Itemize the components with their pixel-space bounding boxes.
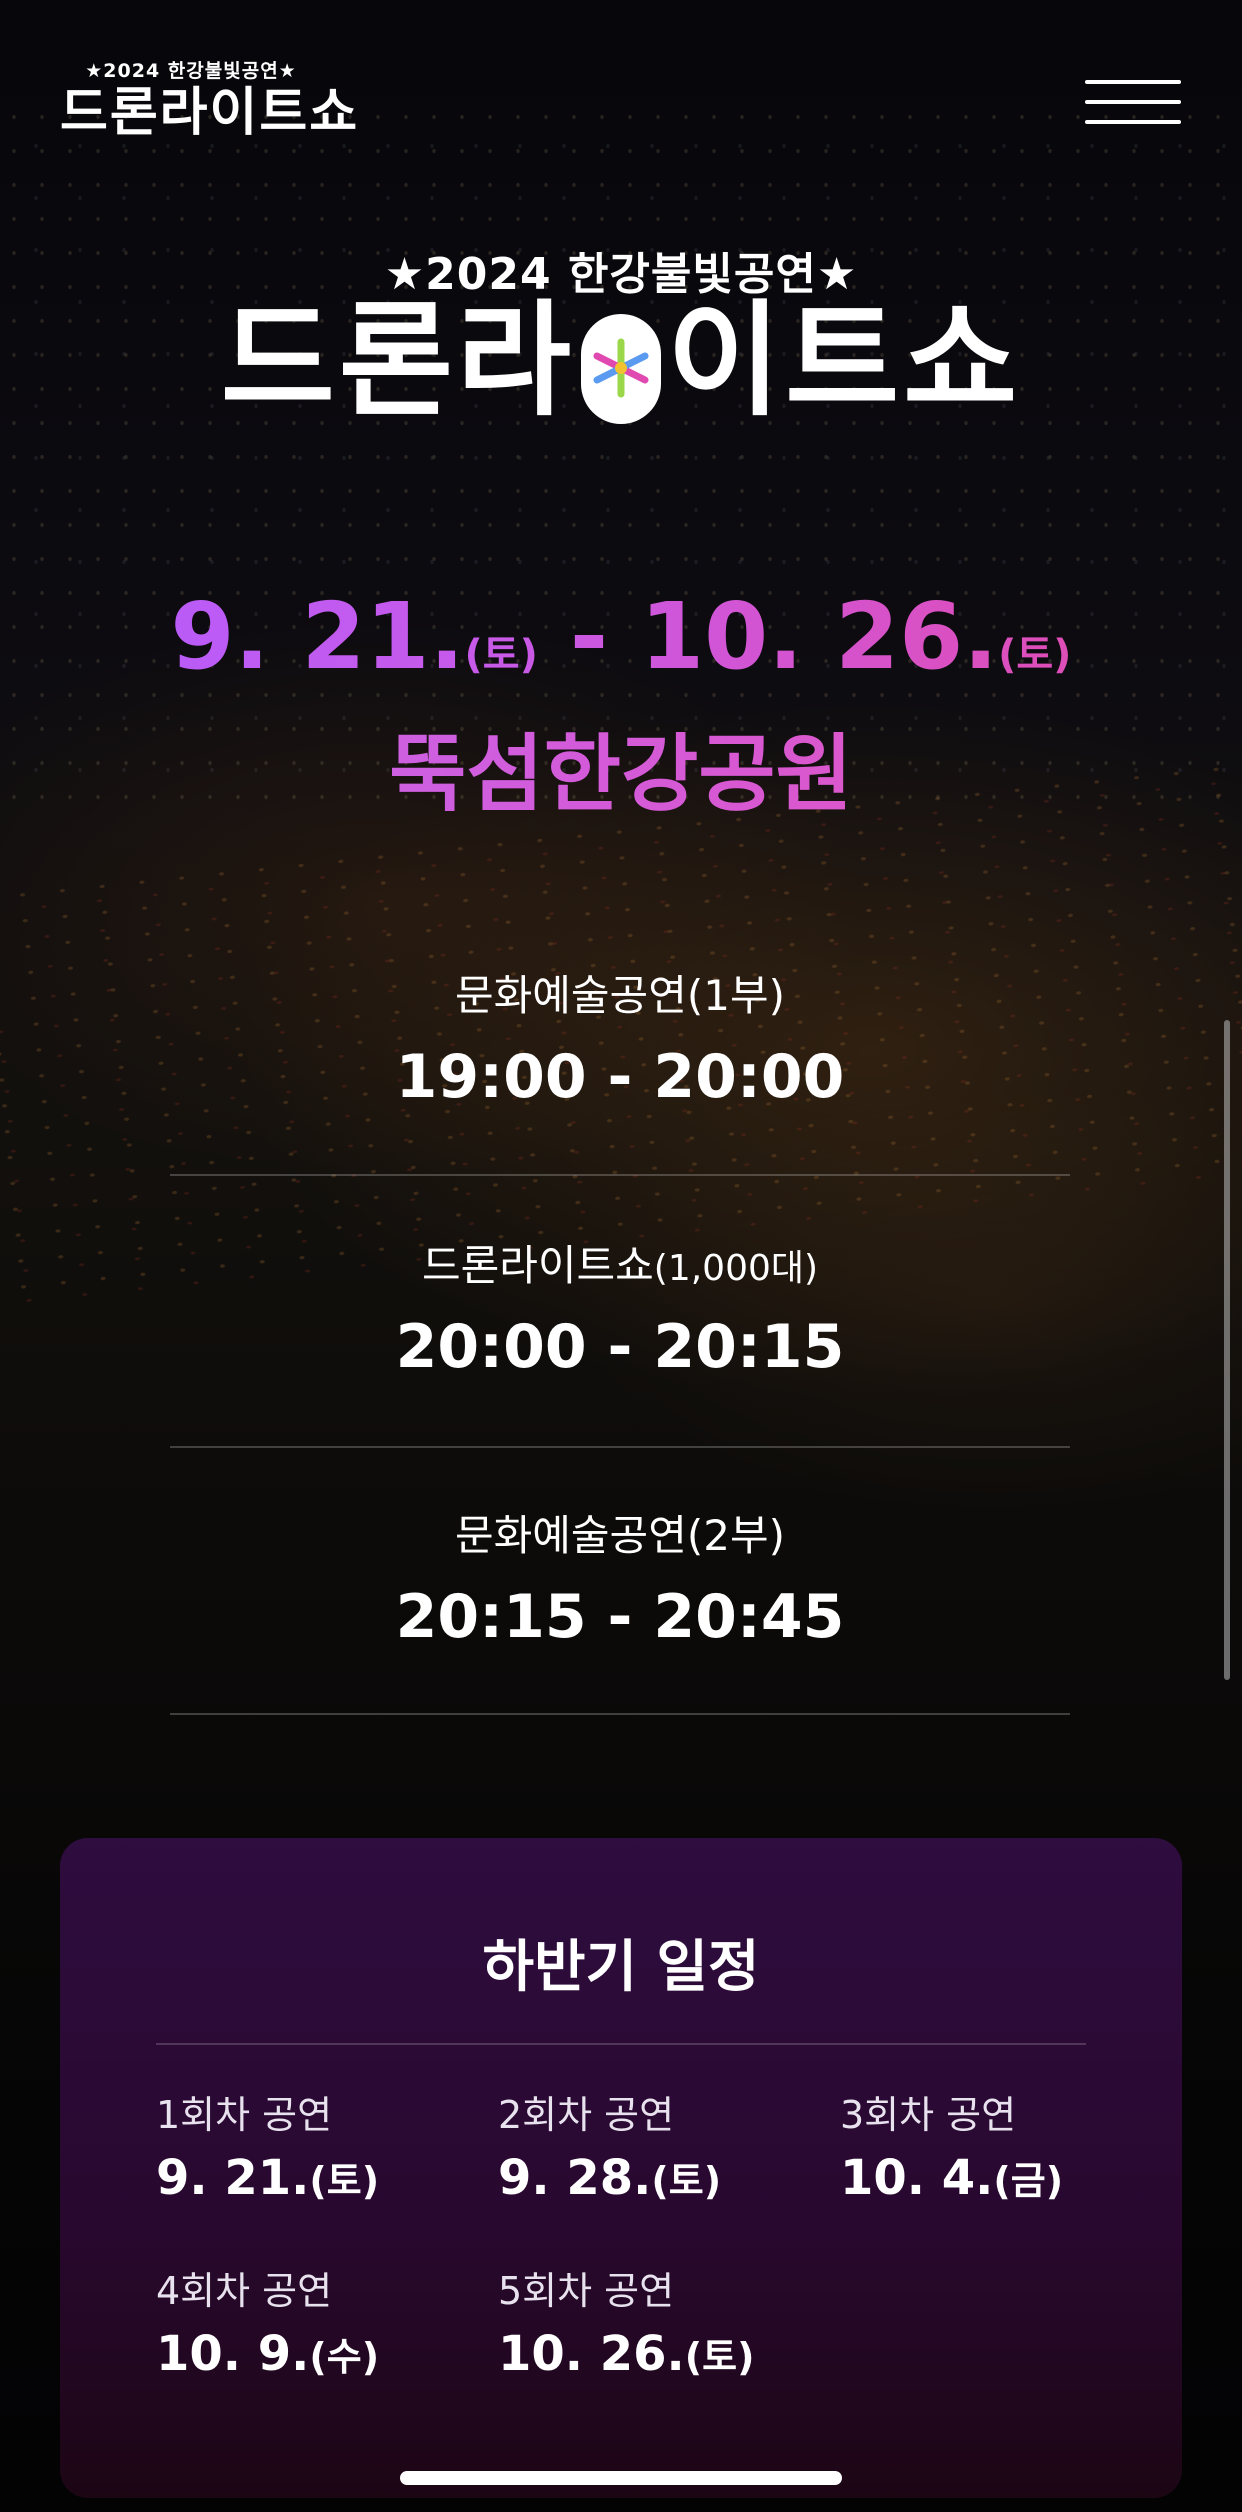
schedule-item: 2회차 공연 9. 28.(토) (498, 2092, 828, 2211)
hero-subtitle: ★2024 한강불빛공연★ (384, 249, 858, 300)
scrollbar[interactable] (1224, 1020, 1230, 1680)
program-name: 문화예술공연(1부) (455, 971, 785, 1020)
hamburger-menu-icon[interactable] (1085, 80, 1181, 124)
program-time: 20:15 - 20:45 (395, 1582, 845, 1652)
event-date-range: 9. 21.(토) - 10. 26.(토) (0, 582, 1242, 710)
schedule-item-label: 3회차 공연 (840, 2093, 1017, 2137)
program-item: 문화예술공연(1부) 19:00 - 20:00 (170, 970, 1070, 1115)
star-burst-icon (581, 313, 661, 424)
schedule-item-date: 10. 9.(수) (156, 2326, 380, 2382)
schedule-item-label: 1회차 공연 (156, 2093, 333, 2137)
logo-subtitle: ★2024 한강불빛공연★ (85, 60, 297, 82)
hero-title: 드론라 이트쇼 (220, 289, 1022, 433)
schedule-item-label: 2회차 공연 (498, 2093, 675, 2137)
program-name: 문화예술공연(2부) (455, 1511, 785, 1560)
schedule-card: 하반기 일정 1회차 공연 9. 21.(토) 2회차 공연 9. 28.(토)… (60, 1838, 1182, 2498)
schedule-item-label: 5회차 공연 (498, 2269, 675, 2313)
schedule-item-date: 9. 21.(토) (156, 2150, 380, 2206)
schedule-item-date: 9. 28.(토) (498, 2150, 722, 2206)
site-header: ★2024 한강불빛공연★ 드론라이트쇼 (0, 0, 1242, 160)
schedule-item: 4회차 공연 10. 9.(수) (156, 2268, 486, 2387)
schedule-item: 5회차 공연 10. 26.(토) (498, 2268, 828, 2387)
program-item: 문화예술공연(2부) 20:15 - 20:45 (170, 1510, 1070, 1655)
schedule-title: 하반기 일정 (482, 1935, 760, 2000)
program-name: 드론라이트쇼(1,000대) (421, 1241, 819, 1290)
program-time: 20:00 - 20:15 (395, 1312, 845, 1382)
program-item: 드론라이트쇼(1,000대) 20:00 - 20:15 (170, 1240, 1070, 1385)
schedule-item-label: 4회차 공연 (156, 2269, 333, 2313)
divider (170, 1446, 1070, 1448)
divider (156, 2043, 1086, 2045)
event-location: 뚝섬한강공원 (0, 724, 1242, 824)
divider (170, 1174, 1070, 1176)
site-logo[interactable]: ★2024 한강불빛공연★ 드론라이트쇼 (60, 56, 380, 143)
program-time: 19:00 - 20:00 (395, 1042, 845, 1112)
home-indicator[interactable] (400, 2471, 842, 2485)
logo-title: 드론라이트쇼 (60, 83, 360, 143)
schedule-item-date: 10. 4.(금) (840, 2150, 1064, 2206)
divider (170, 1713, 1070, 1715)
schedule-item: 3회차 공연 10. 4.(금) (840, 2092, 1170, 2211)
schedule-item: 1회차 공연 9. 21.(토) (156, 2092, 486, 2211)
schedule-item-date: 10. 26.(토) (498, 2326, 755, 2382)
